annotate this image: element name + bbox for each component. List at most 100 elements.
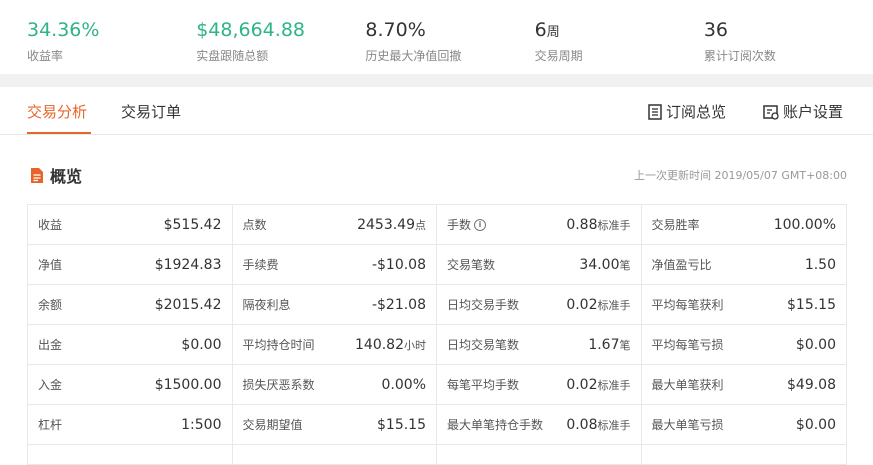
metric-label-text: 点数 xyxy=(242,218,267,232)
metric-value: $2015.42 xyxy=(155,297,222,313)
metric-value-unit: 标准手 xyxy=(597,298,631,312)
metric-label: 最大单笔持仓手数 xyxy=(447,416,543,433)
metric-value-unit: 标准手 xyxy=(597,418,631,432)
table-row: 净值 $1924.83 手续费 -$10.08 交易笔数 34.00笔 净值盈亏比 1.50 xyxy=(28,245,846,285)
metric-value: $0.00 xyxy=(181,337,221,353)
table-cell: 出金 $0.00 xyxy=(28,325,233,364)
stat-value-number: 8.70% xyxy=(365,19,426,41)
metric-label-text: 平均持仓时间 xyxy=(242,338,315,352)
metric-label: 每笔平均手数 xyxy=(447,376,519,393)
metric-value: 0.00% xyxy=(382,377,426,393)
metric-value: 0.02标准手 xyxy=(566,297,630,313)
metric-label-text: 隔夜利息 xyxy=(242,298,291,312)
table-cell: 收益 $515.42 xyxy=(28,205,233,244)
last-updated-time: 上一次更新时间 2019/05/07 GMT+08:00 xyxy=(633,169,847,182)
stat-value: 6周 xyxy=(535,18,704,45)
metric-label: 平均每笔亏损 xyxy=(652,336,724,353)
metric-value: $0.00 xyxy=(796,337,836,353)
metric-value: $1500.00 xyxy=(155,377,222,393)
metric-value-number: 1.67 xyxy=(588,336,620,353)
metric-value: 1:500 xyxy=(181,417,221,433)
table-row: 收益 $515.42 点数 2453.49点 手数 i 0.88标准手 交易胜率 100.00% xyxy=(28,205,846,245)
metric-label: 入金 xyxy=(38,376,62,393)
stat-item: 34.36% 收益率 xyxy=(27,0,196,74)
metric-value-number: $0.00 xyxy=(181,336,222,353)
metric-value-number: 100.00% xyxy=(773,216,836,233)
stat-item: 6周 交易周期 xyxy=(535,0,704,74)
metric-label: 收益 xyxy=(38,216,62,233)
stat-label: 实盘跟随总额 xyxy=(196,49,269,63)
metric-value: 0.02标准手 xyxy=(566,377,630,393)
metric-label: 平均每笔获利 xyxy=(652,296,724,313)
metric-label: 余额 xyxy=(38,296,62,313)
metric-value-number: 140.82 xyxy=(355,336,404,353)
metric-label-text: 最大单笔持仓手数 xyxy=(447,418,544,432)
metric-value-unit: 笔 xyxy=(619,338,631,352)
metric-label-text: 余额 xyxy=(38,298,63,312)
metric-value-number: 1:500 xyxy=(181,416,222,433)
metric-label: 日均交易手数 xyxy=(447,296,519,313)
table-cell: 净值盈亏比 1.50 xyxy=(642,245,847,284)
stat-item: $48,664.88 实盘跟随总额 xyxy=(196,0,365,74)
metric-value-number: 0.02 xyxy=(566,376,598,393)
table-cell: 最大单笔获利 $49.08 xyxy=(642,365,847,404)
info-icon[interactable]: i xyxy=(474,218,487,231)
table-cell xyxy=(642,445,847,464)
tab-bar: 交易分析 交易订单 订阅总览 账户设置 xyxy=(0,87,873,135)
tab-trade-orders[interactable]: 交易订单 xyxy=(121,101,181,122)
table-cell: 交易期望值 $15.15 xyxy=(233,405,437,444)
metric-value-number: $49.08 xyxy=(787,376,836,393)
metric-value-number: $15.15 xyxy=(377,416,426,433)
metric-label-text: 收益 xyxy=(38,218,63,232)
metric-label: 日均交易笔数 xyxy=(447,336,519,353)
metric-value-unit: 小时 xyxy=(404,338,426,352)
subscription-overview-label: 订阅总览 xyxy=(666,103,727,121)
section-divider xyxy=(0,74,873,87)
stat-label: 累计订阅次数 xyxy=(703,49,776,63)
stat-item: 36 累计订阅次数 xyxy=(704,0,873,74)
metric-value-number: 1.50 xyxy=(804,256,836,273)
metric-label-text: 平均每笔获利 xyxy=(651,298,724,312)
metric-label-text: 出金 xyxy=(38,338,63,352)
metric-label-text: 平均每笔亏损 xyxy=(651,338,724,352)
metric-value-number: 2453.49 xyxy=(357,216,415,233)
overview-title: 概览 xyxy=(30,163,82,187)
stat-value-number: 36 xyxy=(703,19,728,41)
metric-value-number: $15.15 xyxy=(787,296,836,313)
metric-value: $0.00 xyxy=(796,417,836,433)
overview-header: 概览 上一次更新时间 2019/05/07 GMT+08:00 xyxy=(0,135,873,204)
metric-value: 34.00笔 xyxy=(579,257,630,273)
metric-label: 手数 i xyxy=(447,216,487,233)
stats-bar: 34.36% 收益率 $48,664.88 实盘跟随总额 8.70% 历史最大净值回撤 6周… xyxy=(0,0,873,74)
table-cell: 日均交易手数 0.02标准手 xyxy=(437,285,642,324)
account-settings-link[interactable]: 账户设置 xyxy=(763,101,843,122)
table-cell: 交易笔数 34.00笔 xyxy=(437,245,642,284)
table-cell: 平均持仓时间 140.82小时 xyxy=(233,325,437,364)
table-cell: 余额 $2015.42 xyxy=(28,285,233,324)
active-tab-underline xyxy=(27,132,91,134)
metric-value: -$10.08 xyxy=(372,257,426,273)
metric-value: $515.42 xyxy=(164,217,222,233)
metric-value-number: $0.00 xyxy=(795,416,836,433)
subscription-overview-link[interactable]: 订阅总览 xyxy=(648,101,726,122)
stat-value: 8.70% xyxy=(365,18,534,45)
metric-label-text: 入金 xyxy=(38,378,63,392)
metric-label-text: 手数 xyxy=(447,218,472,232)
stat-value-number: 6 xyxy=(534,19,547,41)
metric-value-number: 0.88 xyxy=(566,216,598,233)
metric-value: 1.67笔 xyxy=(588,337,630,353)
overview-title-text: 概览 xyxy=(50,167,83,186)
metric-label: 净值 xyxy=(38,256,62,273)
metric-value: $15.15 xyxy=(377,417,426,433)
metric-label-text: 最大单笔亏损 xyxy=(651,418,724,432)
metric-label-text: 交易笔数 xyxy=(447,258,496,272)
metric-value: 0.08标准手 xyxy=(566,417,630,433)
stat-label: 收益率 xyxy=(27,49,64,63)
table-row: 余额 $2015.42 隔夜利息 -$21.08 日均交易手数 0.02标准手 平均每笔获利… xyxy=(28,285,846,325)
tab-trade-analysis[interactable]: 交易分析 xyxy=(27,101,87,122)
metric-value-number: -$21.08 xyxy=(371,296,426,313)
table-cell: 隔夜利息 -$21.08 xyxy=(233,285,437,324)
table-cell: 交易胜率 100.00% xyxy=(642,205,847,244)
metric-value: 2453.49点 xyxy=(357,217,426,233)
metric-label: 损失厌恶系数 xyxy=(243,376,315,393)
